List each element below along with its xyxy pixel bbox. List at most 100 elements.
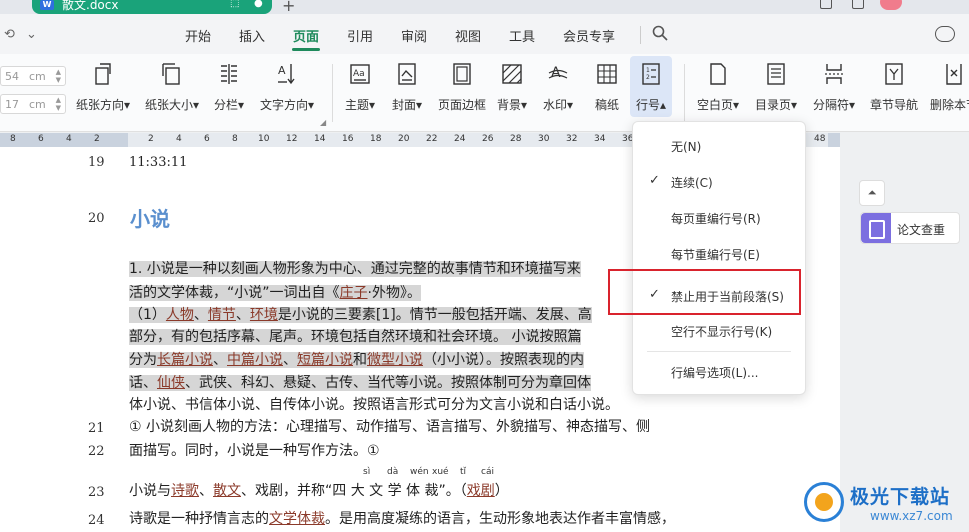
paper-check-button[interactable]: 论文查重 [860, 212, 960, 244]
site-watermark: 极光下载站 www.xz7.com [800, 478, 968, 532]
line-number-button[interactable]: 12 行号▴ [630, 56, 673, 117]
toc-page-icon [765, 62, 787, 86]
comment-icon[interactable] [935, 26, 955, 42]
link-character[interactable]: 人物 [165, 307, 194, 323]
paper-check-icon [861, 213, 891, 243]
page-border-icon [451, 62, 473, 86]
tab-view[interactable]: 视图 [455, 26, 481, 45]
undo-icon[interactable]: ⟲ [4, 27, 15, 42]
spinner-arrows-icon[interactable]: ▲ ▼ [56, 96, 61, 112]
ruby-annotation: cái [481, 467, 494, 477]
page-border-button[interactable]: 页面边框 [438, 62, 486, 113]
link-plot[interactable]: 情节 [207, 307, 236, 323]
wps-writer-icon: W [40, 0, 54, 10]
document-tab[interactable]: W 散文.docx ⬚ ● [32, 0, 272, 14]
link-literary-genre[interactable]: 文学体裁 [269, 511, 325, 527]
cube-icon[interactable] [852, 0, 864, 9]
menu-item-restart-each-section[interactable]: 每节重编行号(E) [633, 238, 805, 268]
link-long-novel[interactable]: 长篇小说 [157, 352, 213, 368]
columns-icon [218, 62, 240, 86]
document-tab-name: 散文.docx [62, 0, 119, 12]
line-number-dropdown: 无(N) ✓ 连续(C) 每页重编行号(R) 每节重编行号(E) ✓ 禁止用于当前段… [632, 121, 806, 395]
line-number-icon: 12 [640, 62, 662, 86]
theme-icon: Aa [349, 62, 371, 86]
menu-divider [647, 351, 791, 352]
background-icon [501, 62, 523, 86]
window-icon[interactable] [820, 0, 832, 9]
menu-item-continuous[interactable]: ✓ 连续(C) [633, 166, 805, 196]
cloud-sync-icon[interactable]: ⬚ [230, 0, 239, 9]
line-number: 20 [88, 211, 105, 226]
page-orientation-button[interactable]: 纸张方向▾ [76, 62, 130, 113]
spinner-arrows-icon[interactable]: ▲ ▼ [56, 68, 61, 84]
link-medium-novel[interactable]: 中篇小说 [227, 352, 283, 368]
tab-reference[interactable]: 引用 [347, 26, 373, 45]
watermark-button[interactable]: A 水印▾ [543, 62, 573, 113]
paragraph-line: 面描写。同时，小说是一种写作方法。① [129, 443, 380, 459]
link-xianxia[interactable]: 仙侠 [157, 375, 185, 391]
columns-button[interactable]: 分栏▾ [214, 62, 244, 113]
svg-text:A: A [551, 65, 561, 81]
toc-page-button[interactable]: 目录页▾ [755, 62, 797, 113]
cover-button[interactable]: 封面▾ [392, 62, 422, 113]
page-orientation-icon [92, 62, 114, 86]
svg-text:A: A [278, 64, 286, 77]
tab-review[interactable]: 审阅 [401, 26, 427, 45]
delete-section-icon [943, 62, 965, 86]
heading-novel: 小说 [130, 207, 170, 231]
menu-item-line-number-options[interactable]: 行编号选项(L)... [633, 356, 805, 386]
tab-member[interactable]: 会员专享 [563, 26, 615, 45]
menu-divider [640, 26, 641, 44]
dialog-launcher-icon[interactable]: ◢ [320, 118, 326, 127]
svg-text:2: 2 [646, 74, 650, 81]
link-poetry[interactable]: 诗歌 [171, 483, 199, 499]
paragraph-line: ① 小说刻画人物的方法：心理描写、动作描写、语言描写、外貌描写、神态描写、侧 [129, 419, 650, 435]
paragraph-line: 1. 小说是一种以刻画人物形象为中心、通过完整的故事情节和环境描写来 [129, 261, 581, 277]
tab-tools[interactable]: 工具 [509, 26, 535, 45]
svg-text:1: 1 [646, 67, 650, 74]
separator-button[interactable]: 分隔符▾ [813, 62, 855, 113]
aurora-logo-icon [804, 482, 844, 522]
tab-insert[interactable]: 插入 [239, 26, 265, 45]
line-number: 19 [88, 155, 105, 170]
manuscript-button[interactable]: 稿纸 [595, 62, 619, 113]
search-icon[interactable] [652, 25, 668, 41]
collapse-panel-button[interactable]: ⏶ [859, 180, 885, 206]
theme-button[interactable]: Aa 主题▾ [345, 62, 375, 113]
text-direction-icon: A [276, 62, 298, 86]
blank-page-button[interactable]: 空白页▾ [697, 62, 739, 113]
link-micro-novel[interactable]: 微型小说 [367, 352, 423, 368]
ruby-annotation: sì [363, 467, 371, 477]
link-short-novel[interactable]: 短篇小说 [297, 352, 353, 368]
new-tab-button[interactable]: + [282, 0, 295, 15]
background-button[interactable]: 背景▾ [497, 62, 527, 113]
menu-item-skip-blank-lines[interactable]: 空行不显示行号(K) [633, 315, 805, 345]
link-prose[interactable]: 散文 [213, 483, 241, 499]
menu-item-none[interactable]: 无(N) [633, 130, 805, 160]
ruby-annotation: tǐ [460, 467, 467, 477]
menu-item-restart-each-page[interactable]: 每页重编行号(R) [633, 202, 805, 232]
page-size-button[interactable]: 纸张大小▾ [145, 62, 199, 113]
page-size-icon [161, 62, 183, 86]
document-area: 19 11:33:11 20 小说 1. 小说是一种以刻画人物形象为中心、通过完… [0, 147, 969, 532]
link-environment[interactable]: 环境 [249, 307, 278, 323]
text-direction-button[interactable]: A 文字方向▾ [260, 62, 314, 113]
tab-start[interactable]: 开始 [185, 26, 211, 45]
checkmark-icon: ✓ [649, 173, 660, 188]
cover-icon [396, 62, 418, 86]
paragraph-line: 活的文学体裁，“小说”一词出自《庄子·外物》。 [129, 285, 421, 301]
link-drama[interactable]: 戏剧 [467, 483, 495, 499]
menu-bar: ⟲ ⌄ 开始 插入 页面 引用 审阅 视图 工具 会员专享 [0, 14, 969, 54]
tab-close-icon[interactable]: ● [254, 0, 263, 9]
link-zhuangzi[interactable]: 庄子 [339, 285, 368, 301]
delete-section-button[interactable]: 删除本节 [930, 62, 969, 113]
chapter-nav-button[interactable]: 章节导航 [870, 62, 918, 113]
tab-page[interactable]: 页面 [293, 26, 319, 45]
timestamp-text: 11:33:11 [129, 155, 188, 170]
ribbon-divider [332, 64, 333, 122]
user-avatar[interactable] [880, 0, 902, 10]
blank-page-icon [707, 62, 729, 86]
margin-spinner-bottom[interactable]: 17 cm ▲ ▼ [0, 94, 66, 114]
margin-spinner-top[interactable]: 54 cm ▲ ▼ [0, 66, 66, 86]
more-dropdown-icon[interactable]: ⌄ [26, 27, 37, 42]
